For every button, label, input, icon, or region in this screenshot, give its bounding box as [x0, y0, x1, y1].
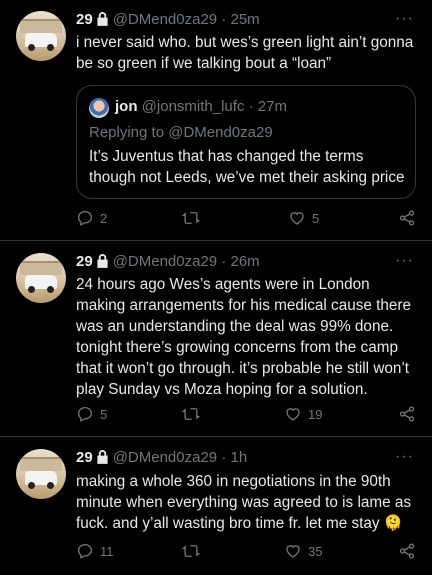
lock-icon: [96, 253, 109, 272]
lock-icon: [96, 449, 109, 468]
reply-button[interactable]: 5: [76, 405, 107, 423]
quoted-text: It’s Juventus that has changed the terms…: [89, 148, 405, 186]
tweet-text: 24 hours ago Wes’s agents were in London…: [76, 276, 411, 398]
timestamp[interactable]: · 26m: [221, 253, 259, 270]
author-name[interactable]: 29: [76, 11, 93, 28]
share-icon: [398, 542, 416, 560]
like-button[interactable]: 35: [284, 542, 322, 560]
retweet-icon: [182, 542, 200, 560]
author-name: jon: [115, 98, 138, 115]
tweet[interactable]: 29 @DMend0za29 · 25m ··· i never said who…: [0, 0, 432, 241]
timestamp: · 27m: [248, 98, 287, 115]
more-icon[interactable]: ···: [395, 10, 414, 28]
like-count: 35: [308, 543, 323, 559]
author-name[interactable]: 29: [76, 253, 93, 270]
like-button[interactable]: 5: [288, 209, 319, 227]
avatar[interactable]: [16, 253, 66, 303]
share-icon: [398, 405, 416, 423]
retweet-icon: [182, 209, 200, 227]
retweet-button[interactable]: [182, 209, 206, 227]
like-count: 5: [312, 210, 320, 226]
share-button[interactable]: [398, 405, 416, 423]
tweet[interactable]: 29 @DMend0za29 · 26m ··· 24 hours ago Wes…: [0, 241, 432, 437]
avatar: [89, 98, 109, 118]
author-handle[interactable]: @DMend0za29: [113, 11, 217, 28]
author-handle[interactable]: @DMend0za29: [113, 449, 217, 466]
quoted-tweet[interactable]: jon @jonsmith_lufc · 27m Replying to @DM…: [76, 85, 416, 199]
like-count: 19: [308, 406, 323, 422]
reply-icon: [76, 542, 94, 560]
reply-count: 11: [100, 543, 114, 559]
reply-count: 5: [100, 406, 108, 422]
avatar[interactable]: [16, 449, 66, 499]
share-icon: [398, 209, 416, 227]
timestamp[interactable]: · 1h: [221, 449, 247, 466]
reply-icon: [76, 405, 94, 423]
retweet-icon: [182, 405, 200, 423]
like-icon: [284, 542, 302, 560]
more-icon[interactable]: ···: [395, 448, 414, 466]
action-bar: 11 35: [76, 542, 416, 564]
author-handle[interactable]: @DMend0za29: [113, 253, 217, 270]
tweet-text: i never said who. but wes’s green light …: [76, 34, 414, 72]
share-button[interactable]: [398, 542, 416, 560]
author-name[interactable]: 29: [76, 449, 93, 466]
tweet[interactable]: 29 @DMend0za29 · 1h ··· making a whole 36…: [0, 437, 432, 575]
like-icon: [284, 405, 302, 423]
action-bar: 2 5: [76, 209, 416, 231]
lock-icon: [96, 11, 109, 30]
reply-icon: [76, 209, 94, 227]
author-handle: @jonsmith_lufc: [141, 98, 245, 115]
timestamp[interactable]: · 25m: [221, 11, 259, 28]
action-bar: 5 19: [76, 405, 416, 427]
like-icon: [288, 209, 306, 227]
replying-to: Replying to @DMend0za29: [89, 124, 273, 141]
tweet-text: making a whole 360 in negotiations in th…: [76, 473, 412, 532]
like-button[interactable]: 19: [284, 405, 322, 423]
retweet-button[interactable]: [182, 542, 206, 560]
avatar[interactable]: [16, 11, 66, 61]
reply-button[interactable]: 2: [76, 209, 107, 227]
reply-button[interactable]: 11: [76, 542, 114, 560]
share-button[interactable]: [398, 209, 416, 227]
more-icon[interactable]: ···: [395, 252, 414, 270]
reply-count: 2: [100, 210, 108, 226]
retweet-button[interactable]: [182, 405, 206, 423]
